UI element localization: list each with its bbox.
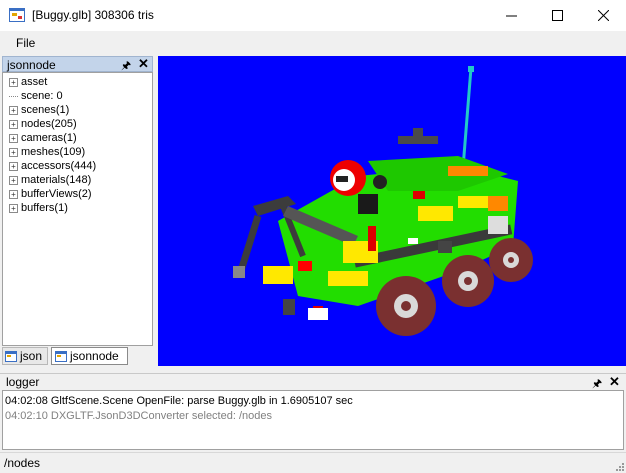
tree-item-cameras[interactable]: + cameras(1): [9, 132, 77, 145]
tree-item-buffers[interactable]: + buffers(1): [9, 202, 68, 215]
3d-viewport[interactable]: [158, 56, 626, 366]
tree-item-materials[interactable]: + materials(148): [9, 174, 91, 187]
tree-panel-title: jsonnode: [7, 58, 56, 72]
wheel-middle: [442, 255, 494, 307]
expand-icon[interactable]: +: [9, 147, 18, 157]
tree-panel-header: jsonnode 🖈 ✕: [2, 56, 153, 72]
log-line: 04:02:08 GltfScene.Scene OpenFile: parse…: [5, 395, 353, 407]
menu-file[interactable]: File: [16, 36, 35, 50]
expand-icon[interactable]: +: [9, 105, 18, 115]
expand-icon[interactable]: +: [9, 133, 18, 143]
minimize-button[interactable]: [488, 0, 534, 31]
expand-icon[interactable]: +: [9, 77, 18, 87]
status-text: /nodes: [4, 456, 41, 470]
close-panel-icon[interactable]: ✕: [609, 374, 620, 390]
json-tab-icon: [5, 351, 17, 363]
menu-bar: File: [0, 31, 626, 55]
expand-icon[interactable]: +: [9, 161, 18, 171]
tree-item-scenes[interactable]: + scenes(1): [9, 104, 69, 117]
json-tree-view[interactable]: + asset scene: 0 + scenes(1) + nodes(205) +…: [2, 72, 153, 346]
wheel-rear: [489, 238, 533, 282]
logger-title: logger: [6, 375, 40, 389]
tree-item-meshes[interactable]: + meshes(109): [9, 146, 85, 159]
app-icon: [9, 8, 25, 22]
logger-header: logger 🖈 ✕: [0, 373, 626, 390]
expand-icon[interactable]: +: [9, 189, 18, 199]
expand-icon[interactable]: +: [9, 119, 18, 129]
title-bar: [Buggy.glb] 308306 tris: [0, 0, 626, 31]
log-line: 04:02:10 DXGLTF.JsonD3DConverter selecte…: [5, 410, 272, 422]
panel-tabs: json jsonnode: [2, 347, 153, 367]
expand-icon[interactable]: +: [9, 175, 18, 185]
tab-json[interactable]: json: [2, 347, 48, 365]
wheel-front: [376, 276, 436, 336]
resize-grip-icon[interactable]: [614, 461, 624, 471]
tab-jsonnode[interactable]: jsonnode: [51, 347, 128, 365]
maximize-button[interactable]: [534, 0, 580, 31]
minimize-icon: [505, 15, 517, 17]
jsonnode-tab-icon: [55, 351, 67, 363]
close-icon: [597, 10, 609, 21]
expand-icon[interactable]: +: [9, 203, 18, 213]
buggy-model-render: [233, 66, 533, 336]
maximize-icon: [551, 10, 563, 21]
tree-item-accessors[interactable]: + accessors(444): [9, 160, 96, 173]
tree-item-bufferviews[interactable]: + bufferViews(2): [9, 188, 92, 201]
tree-item-nodes[interactable]: + nodes(205): [9, 118, 77, 131]
close-panel-icon[interactable]: ✕: [138, 56, 149, 72]
window-title: [Buggy.glb] 308306 tris: [32, 8, 154, 22]
status-bar: /nodes: [0, 452, 626, 473]
close-window-button[interactable]: [580, 0, 626, 31]
tree-line-icon: [9, 95, 18, 97]
tree-item-scene[interactable]: scene: 0: [9, 90, 63, 103]
tree-item-asset[interactable]: + asset: [9, 76, 47, 89]
logger-output[interactable]: 04:02:08 GltfScene.Scene OpenFile: parse…: [2, 390, 624, 450]
